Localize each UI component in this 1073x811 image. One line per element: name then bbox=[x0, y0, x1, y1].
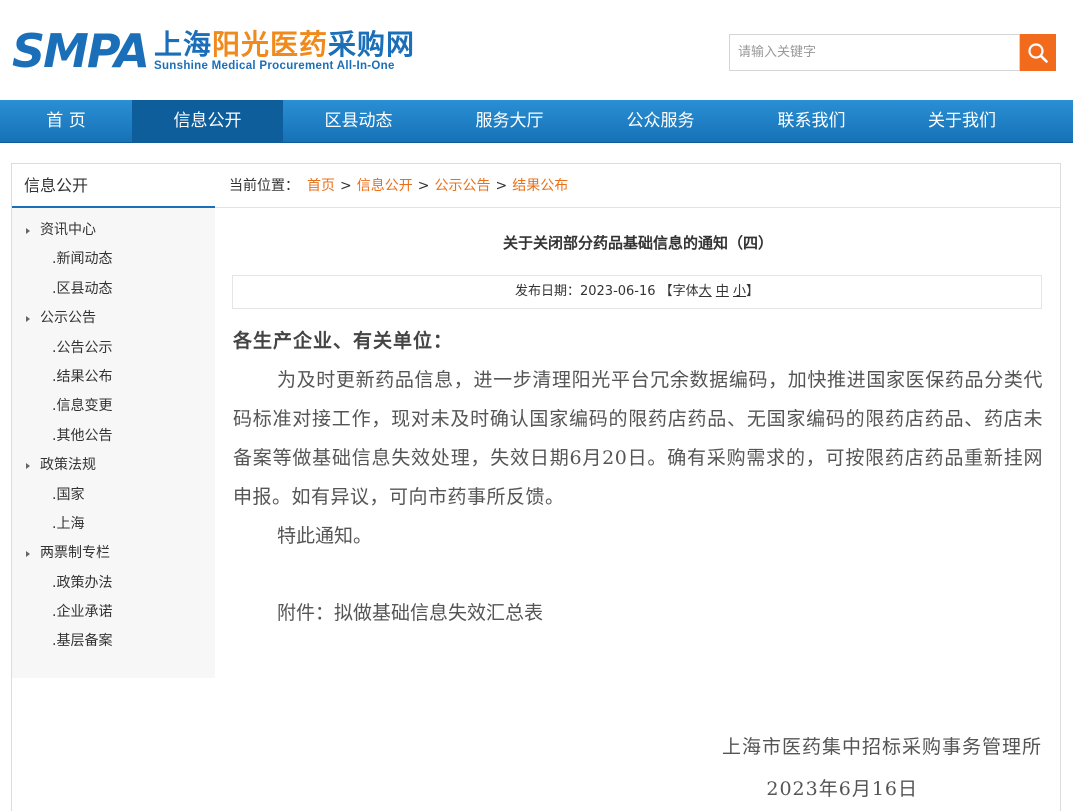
breadcrumb: 当前位置： 首页 > 信息公开 > 公示公告 > 结果公布 bbox=[215, 164, 1060, 208]
breadcrumb-info-disclosure[interactable]: 信息公开 bbox=[357, 164, 413, 208]
sidebar-item-district-news[interactable]: .区县动态 bbox=[12, 275, 215, 304]
breadcrumb-results[interactable]: 结果公布 bbox=[512, 164, 568, 208]
nav-district-news[interactable]: 区县动态 bbox=[283, 100, 434, 143]
sidebar-item-results[interactable]: .结果公布 bbox=[12, 363, 215, 392]
article-paragraph: 为及时更新药品信息，进一步清理阳光平台冗余数据编码，加快推进国家医保药品分类代码… bbox=[233, 369, 1043, 508]
sidebar-item-national[interactable]: .国家 bbox=[12, 481, 215, 510]
nav-public-service[interactable]: 公众服务 bbox=[585, 100, 736, 143]
sidebar-category-two-invoice[interactable]: 两票制专栏 bbox=[12, 539, 215, 568]
site-logo[interactable]: SMPA 上海阳光医药采购网 Sunshine Medical Procurem… bbox=[12, 28, 415, 74]
logo-text: 上海阳光医药采购网 Sunshine Medical Procurement A… bbox=[154, 30, 415, 73]
sidebar-category-news-center[interactable]: 资讯中心 bbox=[12, 216, 215, 245]
search-box bbox=[729, 34, 1056, 71]
search-button[interactable] bbox=[1020, 34, 1056, 71]
search-input[interactable] bbox=[729, 34, 1020, 71]
article-body: 各生产企业、有关单位： 为及时更新药品信息，进一步清理阳光平台冗余数据编码，加快… bbox=[233, 321, 1043, 633]
logo-chinese-name: 上海阳光医药采购网 bbox=[154, 30, 415, 60]
font-size-medium[interactable]: 中 bbox=[716, 284, 729, 299]
signature-organization: 上海市医药集中招标采购事务管理所 bbox=[721, 736, 1042, 758]
caret-right-icon bbox=[26, 550, 30, 557]
logo-english-name: Sunshine Medical Procurement All-In-One bbox=[154, 60, 395, 72]
breadcrumb-prefix: 当前位置： bbox=[229, 177, 299, 194]
sidebar-item-shanghai[interactable]: .上海 bbox=[12, 510, 215, 539]
logo-cn-part1: 上海 bbox=[154, 28, 213, 61]
sidebar-item-policy-measures[interactable]: .政策办法 bbox=[12, 569, 215, 598]
main-nav: 首 页 信息公开 区县动态 服务大厅 公众服务 联系我们 关于我们 bbox=[0, 100, 1073, 143]
sidebar-menu: 资讯中心 .新闻动态 .区县动态 公示公告 .公告公示 .结果公布 .信息变更 … bbox=[12, 208, 215, 678]
sidebar-item-grassroots-filing[interactable]: .基层备案 bbox=[12, 627, 215, 656]
breadcrumb-announcements[interactable]: 公示公告 bbox=[434, 164, 490, 208]
caret-right-icon bbox=[26, 315, 30, 322]
sidebar-item-enterprise-commitment[interactable]: .企业承诺 bbox=[12, 598, 215, 627]
nav-about-us[interactable]: 关于我们 bbox=[887, 100, 1037, 143]
sidebar-title: 信息公开 bbox=[12, 164, 215, 208]
sidebar: 信息公开 资讯中心 .新闻动态 .区县动态 公示公告 .公告公示 .结果公布 .… bbox=[11, 163, 216, 811]
sidebar-item-other-notices[interactable]: .其他公告 bbox=[12, 422, 215, 451]
article-greeting: 各生产企业、有关单位： bbox=[233, 330, 454, 352]
article-notice: 特此通知。 bbox=[277, 525, 373, 547]
caret-right-icon bbox=[26, 462, 30, 469]
sidebar-item-public-notices[interactable]: .公告公示 bbox=[12, 334, 215, 363]
sidebar-category-announcements[interactable]: 公示公告 bbox=[12, 304, 215, 333]
nav-home[interactable]: 首 页 bbox=[0, 100, 132, 143]
article-title: 关于关闭部分药品基础信息的通知（四） bbox=[502, 234, 773, 252]
publish-date: 发布日期：2023-06-16 【字体 bbox=[514, 284, 699, 299]
logo-cn-part3: 医药 bbox=[270, 28, 329, 61]
caret-right-icon bbox=[26, 227, 30, 234]
logo-cn-part2: 阳光 bbox=[212, 28, 271, 61]
breadcrumb-home[interactable]: 首页 bbox=[307, 164, 335, 208]
article-attachment: 附件：拟做基础信息失效汇总表 bbox=[277, 602, 544, 624]
font-size-large[interactable]: 大 bbox=[699, 284, 712, 299]
site-header: SMPA 上海阳光医药采购网 Sunshine Medical Procurem… bbox=[0, 0, 1073, 100]
logo-cn-part4: 采购网 bbox=[328, 28, 416, 61]
sidebar-category-policies[interactable]: 政策法规 bbox=[12, 451, 215, 480]
logo-abbreviation: SMPA bbox=[12, 24, 150, 78]
article-meta: 发布日期：2023-06-16 【字体大 中 小】 bbox=[232, 275, 1042, 309]
search-icon bbox=[1028, 42, 1048, 63]
nav-service-hall[interactable]: 服务大厅 bbox=[434, 100, 585, 143]
sidebar-item-news[interactable]: .新闻动态 bbox=[12, 245, 215, 274]
signature-date: 2023年6月16日 bbox=[766, 778, 918, 800]
nav-info-disclosure[interactable]: 信息公开 bbox=[132, 100, 283, 143]
nav-contact-us[interactable]: 联系我们 bbox=[736, 100, 887, 143]
font-size-small[interactable]: 小 bbox=[733, 284, 746, 299]
sidebar-item-info-changes[interactable]: .信息变更 bbox=[12, 392, 215, 421]
content-panel: 当前位置： 首页 > 信息公开 > 公示公告 > 结果公布 关于关闭部分药品基础… bbox=[215, 163, 1061, 811]
